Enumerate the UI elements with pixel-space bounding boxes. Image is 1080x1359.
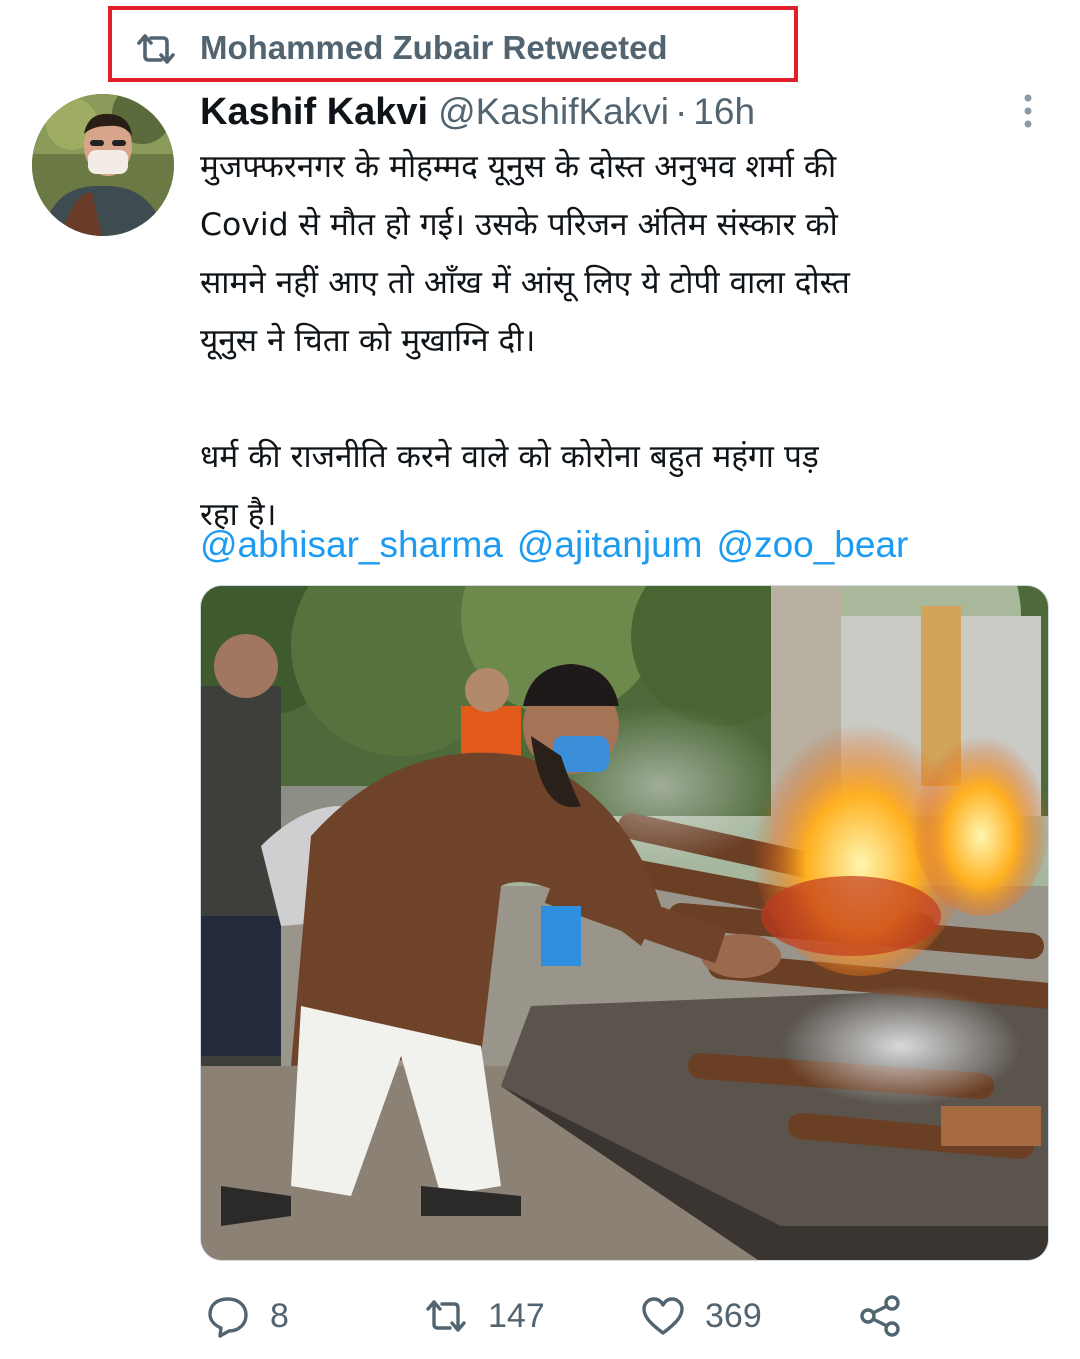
- retweet-count: 147: [488, 1296, 545, 1335]
- separator-dot: ·: [674, 91, 688, 132]
- tweet-text: मुजफ्फरनगर के मोहम्मद यूनुस के दोस्त अनु…: [200, 149, 850, 533]
- avatar[interactable]: [32, 94, 174, 236]
- like-button[interactable]: 369: [641, 1288, 762, 1344]
- share-icon: [860, 1295, 900, 1337]
- retweet-button[interactable]: 147: [424, 1288, 545, 1344]
- mention-link[interactable]: @ajitanjum: [517, 524, 703, 565]
- mention-link[interactable]: @abhisar_sharma: [200, 524, 503, 565]
- reply-button[interactable]: 8: [206, 1288, 289, 1344]
- tweet-page: Mohammed Zubair Retweeted Kashif Kakvi @K…: [0, 0, 1080, 1359]
- heart-icon: [642, 1297, 684, 1335]
- retweet-icon: [426, 1300, 466, 1332]
- reply-icon: [208, 1297, 248, 1338]
- retweet-icon: [137, 34, 175, 64]
- more-options-icon[interactable]: [1014, 90, 1042, 132]
- author-name[interactable]: Kashif Kakvi: [200, 91, 428, 133]
- like-count: 369: [705, 1296, 762, 1335]
- author-handle[interactable]: @KashifKakvi: [438, 91, 669, 132]
- tweet-time[interactable]: 16h: [693, 91, 755, 132]
- tweet-photo[interactable]: [200, 585, 1049, 1261]
- mentions-line: @abhisar_sharma @ajitanjum @zoo_bear: [200, 516, 922, 574]
- share-button[interactable]: [858, 1288, 902, 1344]
- mention-link[interactable]: @zoo_bear: [717, 524, 909, 565]
- reply-count: 8: [270, 1296, 289, 1335]
- retweet-banner-text[interactable]: Mohammed Zubair Retweeted: [200, 26, 668, 70]
- tweet-header: Kashif Kakvi @KashifKakvi · 16h: [200, 86, 755, 138]
